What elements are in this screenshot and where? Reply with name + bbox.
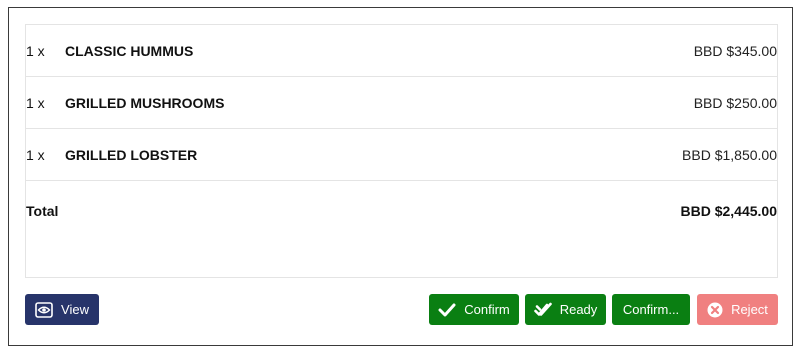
- total-label: Total: [26, 203, 59, 219]
- total-value: BBD $2,445.00: [680, 203, 777, 219]
- item-price: BBD $345.00: [693, 43, 777, 59]
- reject-button[interactable]: Reject: [697, 294, 778, 325]
- double-check-icon: [533, 302, 552, 318]
- item-name: GRILLED LOBSTER: [65, 147, 198, 163]
- total-row: Total BBD $2,445.00: [26, 181, 777, 241]
- confirm-more-button[interactable]: Confirm...: [612, 294, 690, 325]
- view-button-label: View: [61, 302, 89, 317]
- ready-button[interactable]: Ready: [525, 294, 606, 325]
- eye-icon: [35, 301, 53, 318]
- table-row: 1 x GRILLED MUSHROOMS BBD $250.00: [26, 77, 777, 129]
- table-row: 1 x GRILLED LOBSTER BBD $1,850.00: [26, 129, 777, 181]
- item-price: BBD $250.00: [693, 95, 777, 111]
- ready-button-label: Ready: [559, 302, 598, 317]
- item-price: BBD $1,850.00: [682, 147, 777, 163]
- confirm-button[interactable]: Confirm: [429, 294, 519, 325]
- item-name: CLASSIC HUMMUS: [65, 43, 194, 59]
- view-button[interactable]: View: [25, 294, 99, 325]
- item-quantity: 1 x: [26, 147, 45, 163]
- reject-button-label: Reject: [731, 302, 768, 317]
- item-quantity: 1 x: [26, 95, 45, 111]
- order-card: 1 x CLASSIC HUMMUS BBD $345.00 1 x GRILL…: [8, 7, 793, 346]
- order-items-table: 1 x CLASSIC HUMMUS BBD $345.00 1 x GRILL…: [25, 24, 778, 278]
- item-quantity: 1 x: [26, 43, 45, 59]
- check-icon: [438, 303, 456, 317]
- close-circle-icon: [707, 302, 723, 318]
- confirm-button-label: Confirm: [464, 302, 510, 317]
- confirm-more-button-label: Confirm...: [622, 302, 680, 317]
- item-name: GRILLED MUSHROOMS: [65, 95, 225, 111]
- table-row: 1 x CLASSIC HUMMUS BBD $345.00: [26, 25, 777, 77]
